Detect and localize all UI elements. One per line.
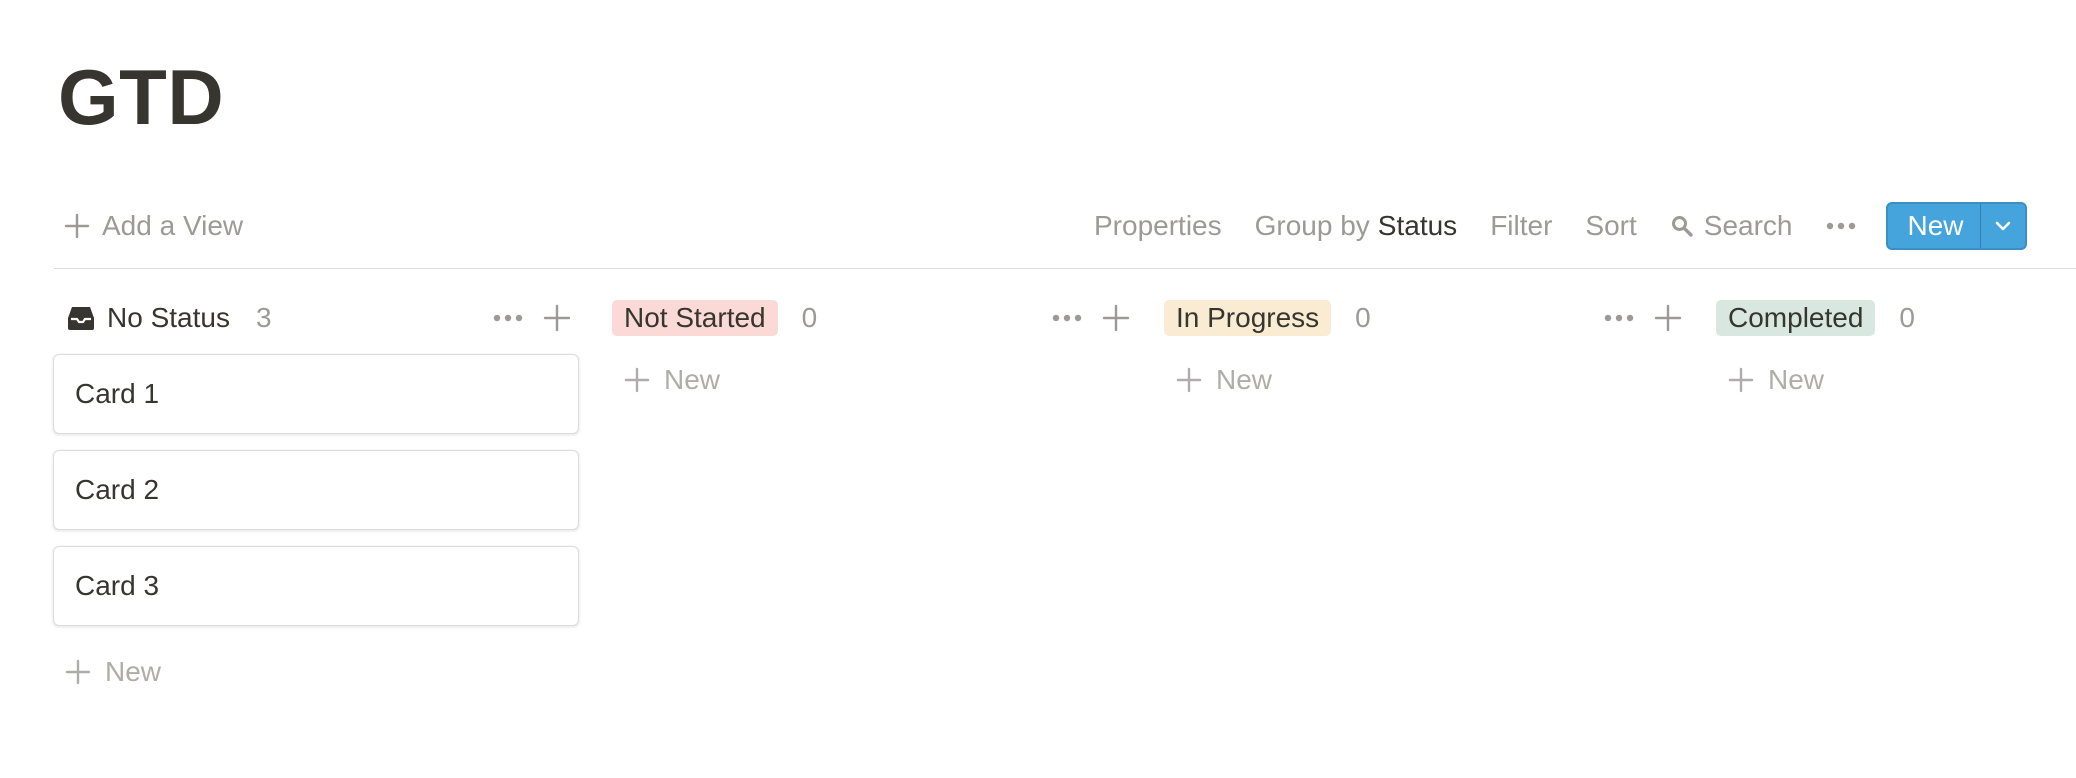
ellipsis-icon [1604,314,1634,322]
board-column-no-status: No Status 3 Card 1 Card 2 Card 3 New [53,292,579,688]
search-label: Search [1703,210,1793,241]
add-view-button[interactable]: Add a View [54,210,253,242]
column-title: No Status [53,302,230,334]
properties-button[interactable]: Properties [1094,210,1222,242]
group-by-value: Status [1377,210,1458,241]
filter-button[interactable]: Filter [1490,210,1552,242]
plus-icon [1176,367,1202,393]
plus-icon [1654,304,1682,332]
column-actions [1052,292,1130,344]
add-view-label: Add a View [102,210,244,241]
plus-icon [64,213,90,239]
column-count: 3 [255,302,272,333]
column-count: 0 [1899,302,1915,333]
new-dropdown-button[interactable] [1979,204,2025,248]
search-button[interactable]: Search [1670,210,1793,242]
column-title-label: No Status [107,302,230,333]
column-add-button[interactable] [543,304,571,332]
column-header: No Status 3 [53,292,579,344]
status-tag: Not Started [612,300,778,336]
plus-icon [65,659,91,685]
board-column-completed: Completed 0 New [1716,292,2056,396]
column-actions [493,292,571,344]
column-header: In Progress 0 [1164,292,1690,344]
inbox-icon [67,304,95,332]
column-actions [1604,292,1682,344]
board-card[interactable]: Card 1 [53,354,579,434]
column-header: Completed 0 [1716,292,2056,344]
board-card[interactable]: Card 3 [53,546,579,626]
column-new-button[interactable]: New [1164,364,1690,396]
plus-icon [1728,367,1754,393]
plus-icon [1102,304,1130,332]
board-toolbar: Add a View Properties Group by Status Fi… [54,196,2076,256]
column-count: 0 [801,302,818,333]
board-column-in-progress: In Progress 0 New [1164,292,1690,396]
column-new-button[interactable]: New [1716,364,2056,396]
new-button-group: New [1885,202,2027,250]
column-new-label: New [664,364,721,395]
status-tag: In Progress [1164,300,1332,336]
column-more-button[interactable] [1604,314,1634,322]
toolbar-divider [54,268,2076,269]
column-new-label: New [1768,364,1825,395]
search-icon [1670,214,1694,238]
column-new-label: New [1216,364,1273,395]
column-new-button[interactable]: New [612,364,1138,396]
column-add-button[interactable] [1654,304,1682,332]
chevron-down-icon [1994,220,2012,232]
ellipsis-icon [1052,314,1082,322]
plus-icon [624,367,650,393]
column-more-button[interactable] [493,314,523,322]
page-title: GTD [58,53,225,141]
column-header: Not Started 0 [612,292,1138,344]
column-count: 0 [1355,302,1371,333]
new-button[interactable]: New [1888,204,1980,248]
ellipsis-icon [1826,222,1856,230]
column-new-label: New [105,656,162,687]
group-by-label: Group by [1254,210,1370,241]
column-new-button[interactable]: New [53,656,579,688]
group-by-button[interactable]: Group by Status [1255,210,1458,242]
column-add-button[interactable] [1102,304,1130,332]
board-column-not-started: Not Started 0 New [612,292,1138,396]
board-card[interactable]: Card 2 [53,450,579,530]
plus-icon [543,304,571,332]
column-more-button[interactable] [1052,314,1082,322]
status-tag: Completed [1716,300,1876,336]
sort-button[interactable]: Sort [1585,210,1636,242]
more-options-button[interactable] [1826,222,1856,230]
ellipsis-icon [493,314,523,322]
toolbar-actions: Properties Group by Status Filter Sort S… [1094,196,2027,256]
